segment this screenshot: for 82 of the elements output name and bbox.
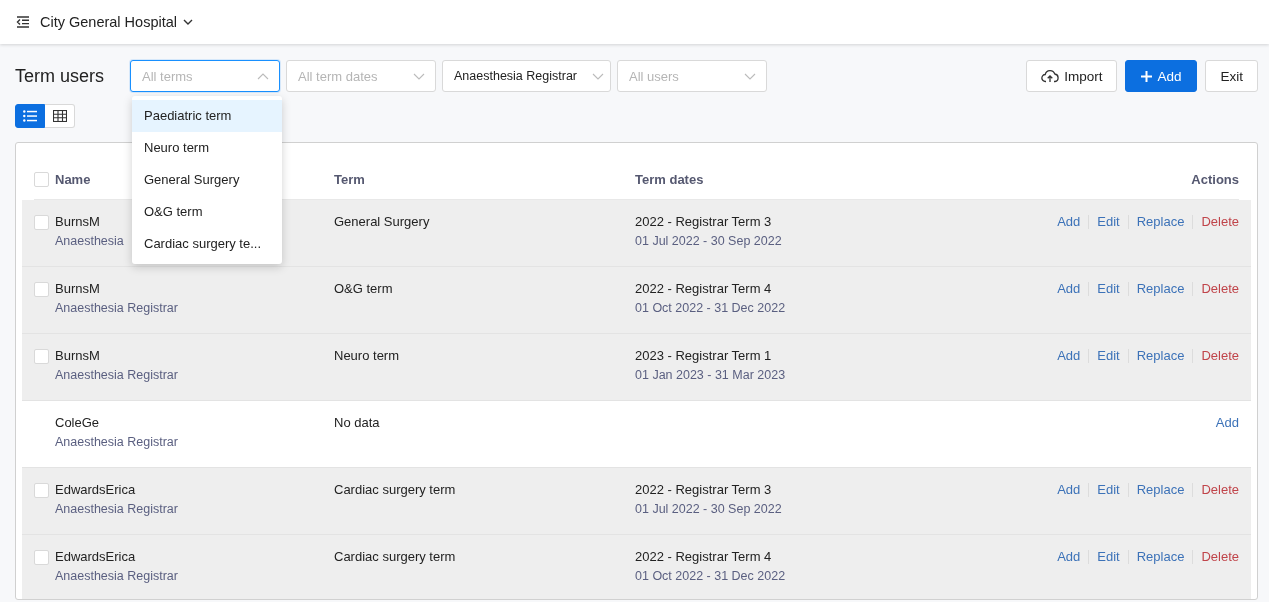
term-name: General Surgery bbox=[334, 214, 430, 229]
row-checkbox[interactable] bbox=[34, 483, 49, 498]
delete-link[interactable]: Delete bbox=[1201, 348, 1239, 363]
term-name: Neuro term bbox=[334, 348, 400, 363]
page-title: Term users bbox=[15, 65, 104, 87]
grid-icon bbox=[52, 110, 67, 122]
user-name: EdwardsErica bbox=[55, 549, 136, 564]
delete-link[interactable]: Delete bbox=[1201, 482, 1239, 497]
list-view-button[interactable] bbox=[15, 104, 45, 128]
user-name: BurnsM bbox=[55, 348, 100, 363]
term-date-range: 01 Oct 2022 - 31 Dec 2022 bbox=[635, 569, 786, 583]
column-header: Term dates bbox=[635, 171, 704, 187]
action-link[interactable]: Edit bbox=[1097, 214, 1120, 229]
term-period: 2022 - Registrar Term 3 bbox=[635, 482, 772, 497]
action-link[interactable]: Edit bbox=[1097, 348, 1120, 363]
dropdown-option[interactable]: Neuro term bbox=[132, 132, 282, 164]
action-link[interactable]: Add bbox=[1057, 214, 1081, 229]
user-name: BurnsM bbox=[55, 281, 100, 296]
row-checkbox[interactable] bbox=[34, 282, 49, 297]
term-name: No data bbox=[334, 415, 380, 430]
chevron-down-icon bbox=[183, 19, 193, 25]
list-icon bbox=[23, 110, 37, 122]
chevron-down-icon bbox=[592, 72, 604, 80]
user-role: Anaesthesia Registrar bbox=[55, 368, 178, 382]
action-link[interactable]: Add bbox=[1215, 415, 1239, 430]
chevron-down-icon bbox=[413, 72, 425, 80]
hospital-selector[interactable]: City General Hospital bbox=[40, 14, 193, 30]
action-link[interactable]: Add bbox=[1057, 482, 1081, 497]
user-role: Anaesthesia Registrar bbox=[55, 301, 178, 315]
action-link[interactable]: Edit bbox=[1097, 549, 1120, 564]
delete-link[interactable]: Delete bbox=[1201, 214, 1239, 229]
term-period: 2022 - Registrar Term 4 bbox=[635, 281, 772, 296]
row-checkbox[interactable] bbox=[34, 215, 49, 230]
user-name: BurnsM bbox=[55, 214, 100, 229]
action-link[interactable]: Edit bbox=[1097, 482, 1120, 497]
user-role: Anaesthesia Registrar bbox=[55, 569, 178, 583]
action-link[interactable]: Add bbox=[1057, 348, 1081, 363]
action-link[interactable]: Add bbox=[1057, 281, 1081, 296]
term-name: O&G term bbox=[334, 281, 393, 296]
user-role: Anaesthesia bbox=[55, 234, 124, 248]
action-link[interactable]: Replace bbox=[1136, 482, 1185, 497]
dropdown-option[interactable]: O&G term bbox=[132, 196, 282, 228]
user-role: Anaesthesia Registrar bbox=[55, 435, 178, 449]
add-button[interactable]: Add bbox=[1125, 60, 1198, 92]
menu-icon bbox=[16, 16, 30, 28]
user-name: ColeGe bbox=[55, 415, 100, 430]
term-period: 2022 - Registrar Term 4 bbox=[635, 549, 772, 564]
row-checkbox[interactable] bbox=[34, 349, 49, 364]
term-date-range: 01 Jul 2022 - 30 Sep 2022 bbox=[635, 234, 782, 248]
term-name: Cardiac surgery term bbox=[334, 549, 456, 564]
column-header: Name bbox=[55, 171, 91, 187]
term-date-range: 01 Oct 2022 - 31 Dec 2022 bbox=[635, 301, 786, 315]
grid-view-button[interactable] bbox=[45, 104, 75, 128]
dropdown-option[interactable]: Cardiac surgery te... bbox=[132, 228, 282, 260]
action-link[interactable]: Add bbox=[1057, 549, 1081, 564]
column-header: Actions bbox=[1191, 171, 1239, 187]
chevron-up-icon bbox=[257, 72, 269, 80]
dropdown-option[interactable]: General Surgery bbox=[132, 164, 282, 196]
action-link[interactable]: Replace bbox=[1136, 214, 1185, 229]
action-link[interactable]: Replace bbox=[1136, 281, 1185, 296]
delete-link[interactable]: Delete bbox=[1201, 549, 1239, 564]
plus-icon bbox=[1141, 70, 1153, 82]
user-name: EdwardsErica bbox=[55, 482, 136, 497]
term-period: 2023 - Registrar Term 1 bbox=[635, 348, 772, 363]
term-date-range: 01 Jan 2023 - 31 Mar 2023 bbox=[635, 368, 786, 382]
user-role: Anaesthesia Registrar bbox=[55, 502, 178, 516]
import-button[interactable]: Import bbox=[1026, 60, 1118, 92]
cloud-upload-icon bbox=[1041, 69, 1060, 83]
action-link[interactable]: Replace bbox=[1136, 549, 1185, 564]
filter-select[interactable]: Anaesthesia Registrar bbox=[442, 60, 611, 92]
term-name: Cardiac surgery term bbox=[334, 482, 456, 497]
delete-link[interactable]: Delete bbox=[1201, 281, 1239, 296]
row-checkbox[interactable] bbox=[34, 550, 49, 565]
term-date-range: 01 Jul 2022 - 30 Sep 2022 bbox=[635, 502, 782, 516]
action-link[interactable]: Replace bbox=[1136, 348, 1185, 363]
select-all-checkbox[interactable] bbox=[34, 172, 49, 187]
term-period: 2022 - Registrar Term 3 bbox=[635, 214, 772, 229]
exit-button[interactable]: Exit bbox=[1205, 60, 1258, 92]
action-link[interactable]: Edit bbox=[1097, 281, 1120, 296]
column-header: Term bbox=[334, 171, 365, 187]
chevron-down-icon bbox=[744, 72, 756, 80]
dropdown-option[interactable]: Paediatric term bbox=[132, 100, 282, 132]
